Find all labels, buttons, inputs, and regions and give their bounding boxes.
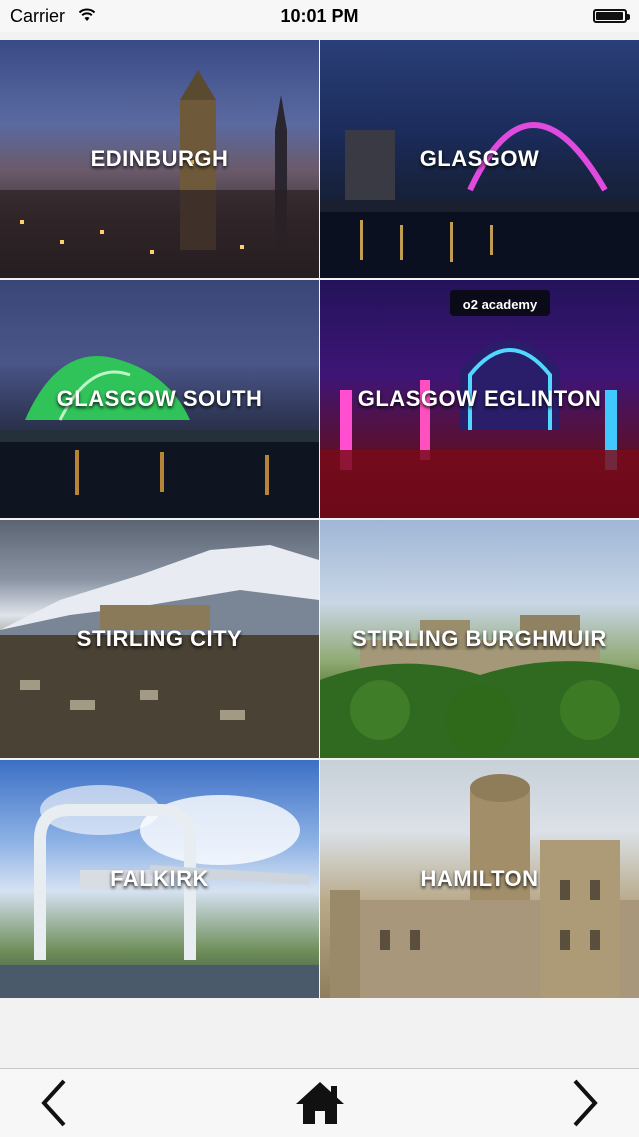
location-label: EDINBURGH — [90, 146, 229, 171]
location-tile-falkirk[interactable]: FALKIRK — [0, 760, 319, 998]
location-tile-glasgow-south[interactable]: GLASGOW SOUTH — [0, 280, 319, 518]
bottom-toolbar — [0, 1068, 639, 1137]
status-bar: Carrier 10:01 PM — [0, 0, 639, 32]
svg-text:o2 academy: o2 academy — [463, 297, 538, 312]
location-label: GLASGOW EGLINTON — [357, 386, 602, 411]
location-tile-stirling-burghmuir[interactable]: STIRLING BURGHMUIR — [320, 520, 639, 758]
location-label: GLASGOW — [419, 146, 540, 171]
location-label: STIRLING CITY — [76, 626, 243, 651]
chevron-left-icon — [41, 1079, 66, 1127]
location-label: HAMILTON — [420, 866, 539, 891]
location-label: GLASGOW SOUTH — [56, 386, 263, 411]
status-time: 10:01 PM — [280, 6, 359, 26]
location-tile-glasgow-eglinton[interactable]: o2 academy GLASGOW EGLINTON — [320, 280, 639, 518]
home-button[interactable] — [280, 1069, 360, 1137]
location-grid: EDINBURGH GLASGOW GLASGOW SOUTH o2 acade… — [0, 40, 639, 998]
home-icon — [296, 1082, 344, 1124]
back-button[interactable] — [14, 1069, 94, 1137]
chevron-right-icon — [573, 1079, 598, 1127]
location-tile-stirling-city[interactable]: STIRLING CITY — [0, 520, 319, 758]
battery-icon — [593, 9, 630, 23]
location-label: STIRLING BURGHMUIR — [352, 626, 607, 651]
forward-button[interactable] — [545, 1069, 625, 1137]
location-label: FALKIRK — [110, 866, 209, 891]
location-tile-glasgow[interactable]: GLASGOW — [320, 40, 639, 278]
location-tile-hamilton[interactable]: HAMILTON — [320, 760, 639, 998]
location-tile-edinburgh[interactable]: EDINBURGH — [0, 40, 319, 278]
